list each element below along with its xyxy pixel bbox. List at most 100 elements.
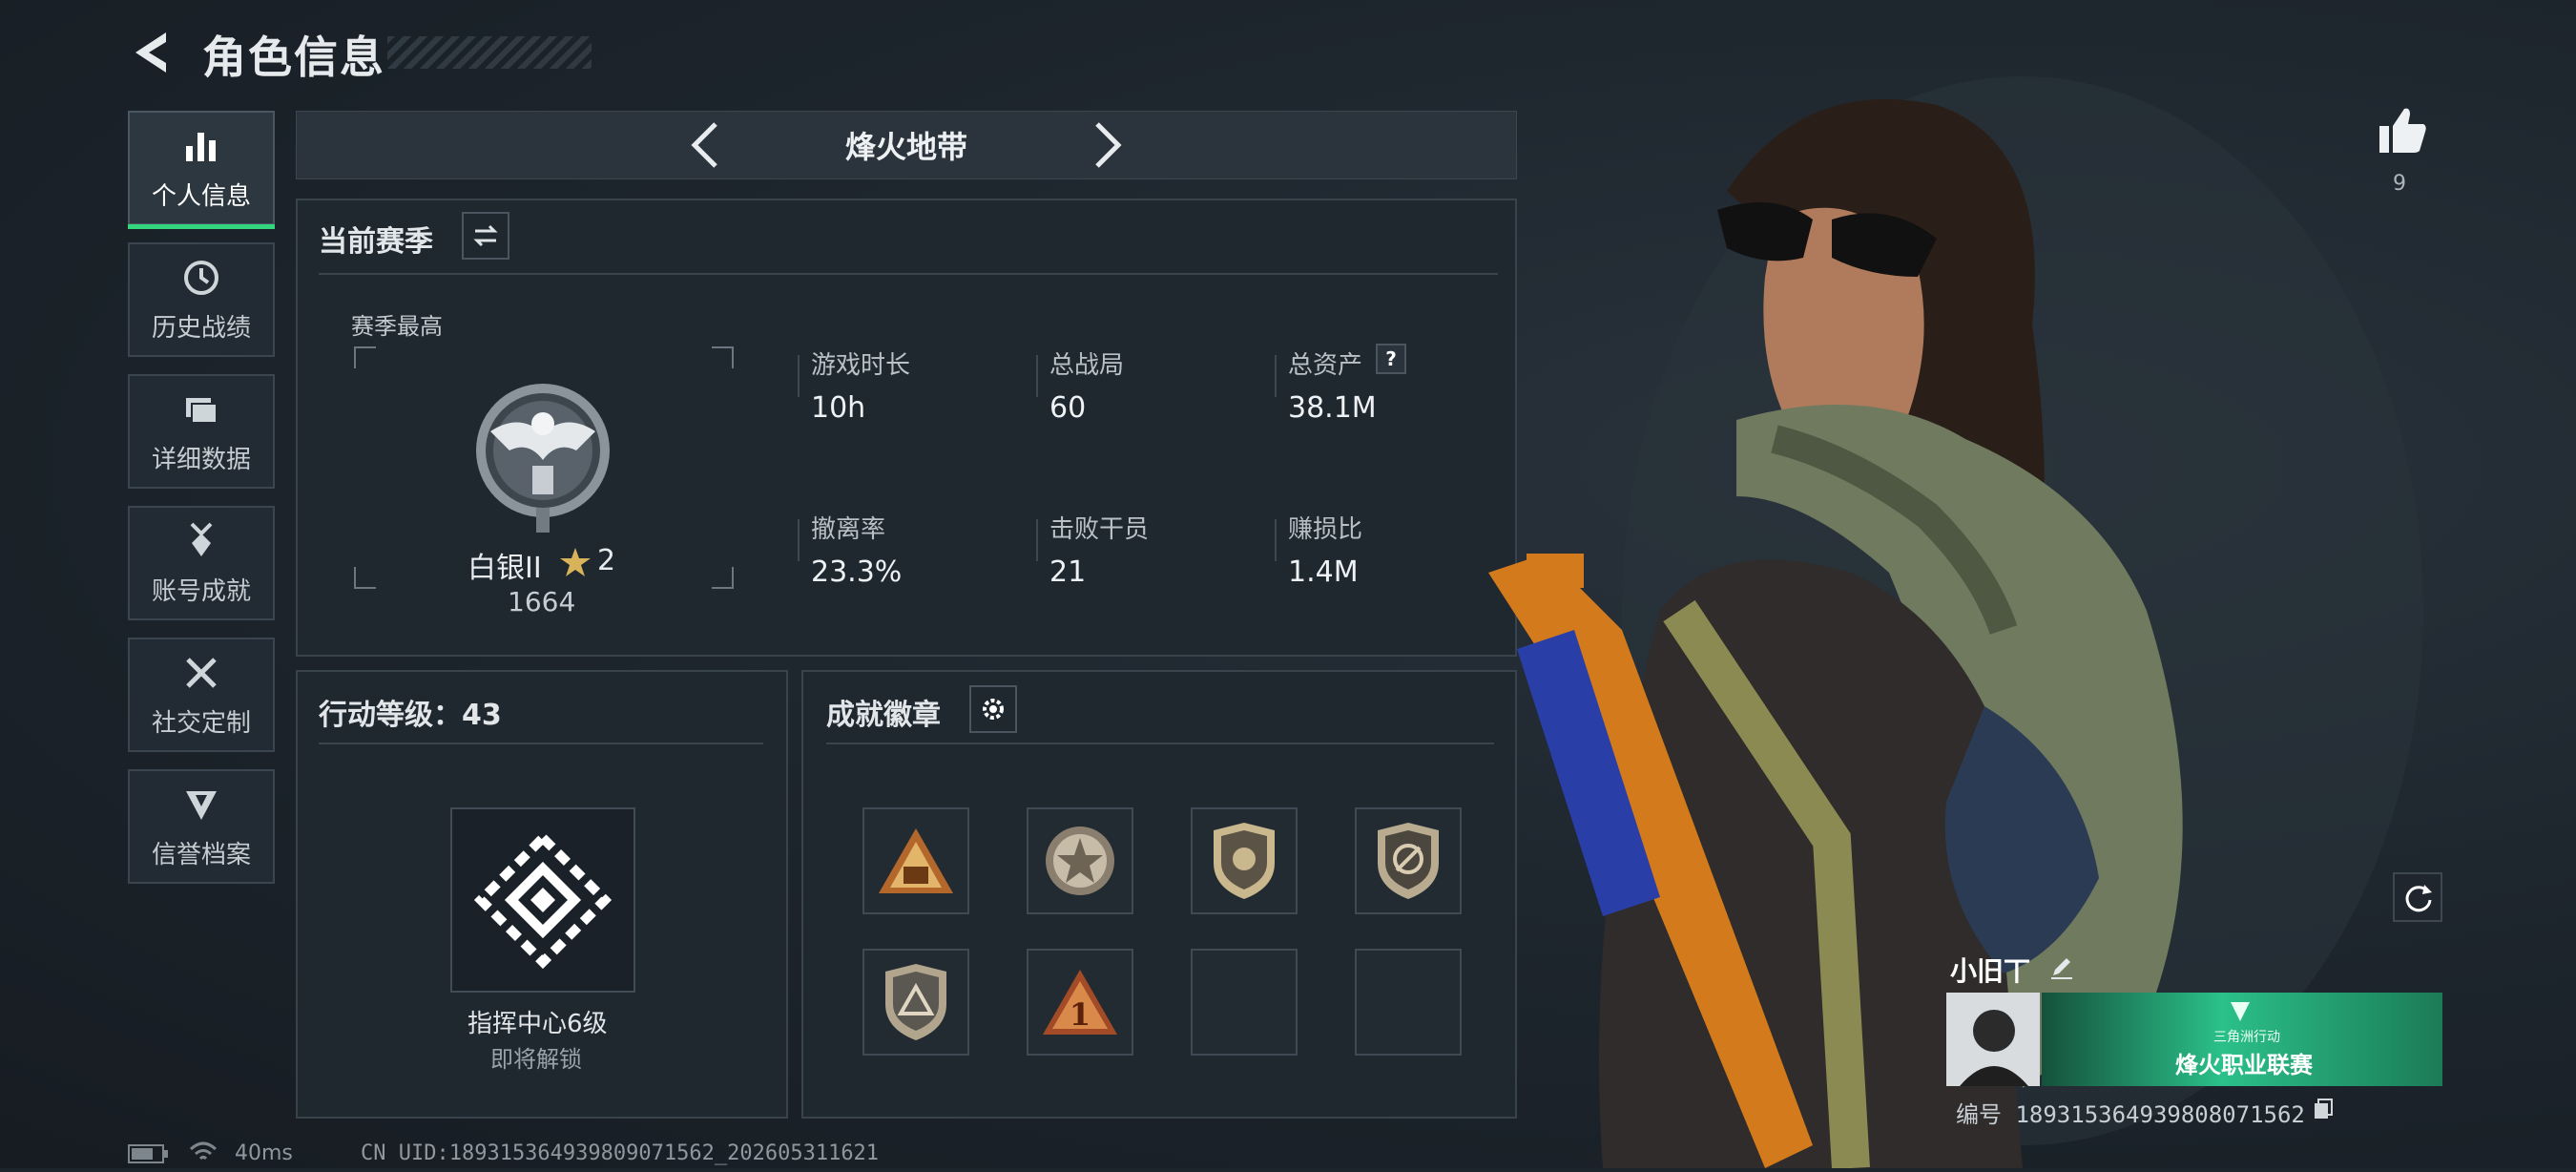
sidebar-item-detailed-data[interactable]: 详细数据	[128, 374, 275, 489]
divider	[826, 743, 1494, 744]
help-icon: ?	[1385, 347, 1397, 370]
stat-value-total-matches: 60	[1049, 391, 1087, 425]
title-decoration	[387, 36, 592, 69]
sidebar-item-reputation[interactable]: 信誉档案	[128, 769, 275, 884]
league-logo-icon	[2229, 1000, 2252, 1023]
swap-icon	[473, 224, 498, 247]
mode-next-button[interactable]	[1086, 118, 1130, 172]
mode-title: 烽火地带	[844, 129, 967, 165]
battery-icon	[128, 1144, 168, 1163]
stat-value-profit-ratio: 1.4M	[1288, 555, 1359, 589]
page-title: 角色信息	[202, 31, 385, 83]
squad-triangle-badge-icon	[879, 828, 953, 893]
clock-icon	[184, 260, 218, 295]
player-name: 小旧丅	[1950, 955, 2031, 987]
season-title: 当前赛季	[319, 225, 433, 259]
banner-title: 烽火职业联赛	[2175, 1052, 2313, 1078]
sidebar-item-label: 详细数据	[151, 445, 251, 474]
stat-separator	[798, 519, 800, 561]
avatar-image	[1946, 993, 2040, 1086]
ping-value: 40ms	[235, 1141, 293, 1165]
rank-emblem-icon	[476, 384, 610, 533]
stat-separator	[798, 355, 800, 397]
achievement-badge[interactable]	[862, 807, 969, 914]
sidebar-item-label: 个人信息	[151, 181, 251, 211]
chevron-left-icon	[691, 122, 717, 168]
stat-value-playtime: 10h	[811, 391, 866, 425]
shield-badge-icon	[1214, 823, 1275, 899]
pencil-icon	[2051, 958, 2072, 979]
folder-icon	[186, 397, 218, 424]
stat-separator	[1275, 519, 1277, 561]
copy-icon	[2315, 1099, 2333, 1119]
unlock-name: 指挥中心6级	[467, 1010, 608, 1038]
stat-value-total-assets: 38.1M	[1288, 391, 1377, 425]
uid-text: CN UID:189315364939809071562_20260531162…	[361, 1141, 880, 1165]
season-switch-button[interactable]	[462, 212, 509, 260]
first-place-badge-icon: 1	[1043, 970, 1117, 1035]
sidebar-item-history[interactable]: 历史战绩	[128, 242, 275, 357]
rotate-view-button[interactable]	[2393, 872, 2442, 922]
stat-label-profit-ratio: 赚损比	[1288, 515, 1363, 544]
sidebar-item-label: 社交定制	[151, 708, 251, 738]
divider	[319, 273, 1498, 275]
like-count: 9	[2393, 172, 2406, 196]
stat-label-total-matches: 总战局	[1049, 351, 1125, 380]
thumbs-up-icon	[2379, 108, 2426, 153]
rank-score: 1664	[508, 586, 576, 617]
gear-icon	[983, 699, 1004, 720]
star-round-badge-icon	[1046, 827, 1114, 895]
stat-value-extraction-rate: 23.3%	[811, 555, 903, 589]
back-arrow-icon	[135, 32, 166, 73]
achievement-badge-empty[interactable]	[1355, 949, 1462, 1056]
achievement-badge[interactable]	[862, 949, 969, 1056]
stat-value-operators-defeated: 21	[1049, 555, 1087, 589]
svg-text:1: 1	[1070, 996, 1091, 1033]
achievement-badge-empty[interactable]	[1191, 949, 1298, 1056]
like-button[interactable]	[2376, 103, 2429, 157]
achievement-badge[interactable]: 1	[1027, 949, 1133, 1056]
mountain-shield-badge-icon	[885, 964, 946, 1040]
command-center-icon	[473, 830, 613, 970]
avatar[interactable]	[1946, 993, 2040, 1086]
divider	[319, 743, 763, 744]
stat-label-operators-defeated: 击败干员	[1049, 515, 1150, 544]
name-card-banner: 三角洲行动 烽火职业联赛	[2042, 993, 2442, 1086]
sidebar-item-label: 账号成就	[151, 576, 251, 606]
sidebar-item-personal-info[interactable]: 个人信息	[128, 111, 275, 229]
tools-icon	[186, 657, 217, 688]
level-title: 行动等级：43	[319, 699, 502, 732]
achievement-badge[interactable]	[1027, 807, 1133, 914]
achievements-settings-button[interactable]	[969, 685, 1017, 733]
back-button[interactable]	[128, 29, 174, 76]
stat-label-playtime: 游戏时长	[811, 351, 911, 380]
edit-name-button[interactable]	[2047, 952, 2076, 981]
unlock-status: 即将解锁	[490, 1046, 582, 1073]
achievements-title: 成就徽章	[826, 699, 941, 732]
unlock-item-frame[interactable]	[450, 807, 635, 993]
medal-icon	[190, 522, 213, 556]
stat-label-total-assets: 总资产	[1288, 351, 1363, 380]
star-icon	[560, 548, 591, 576]
bar-chart-icon	[186, 132, 216, 161]
player-id: 编号 1893153649398080715​62	[1956, 1101, 2305, 1128]
chevron-right-icon	[1095, 122, 1122, 168]
achievement-badge[interactable]	[1355, 807, 1462, 914]
sidebar-item-label: 历史战绩	[151, 313, 251, 343]
no-weapon-badge-icon	[1378, 823, 1439, 899]
copy-id-button[interactable]	[2313, 1098, 2334, 1120]
banner-subtitle: 三角洲行动	[2213, 1030, 2280, 1045]
stat-separator	[1036, 519, 1038, 561]
season-best-label: 赛季最高	[351, 313, 443, 340]
wifi-icon	[189, 1141, 218, 1161]
sidebar-item-achievements[interactable]: 账号成就	[128, 506, 275, 620]
help-button[interactable]: ?	[1376, 344, 1406, 374]
sidebar-item-label: 信誉档案	[151, 840, 251, 869]
refresh-icon	[2405, 885, 2432, 912]
mode-prev-button[interactable]	[683, 118, 727, 172]
achievement-badge[interactable]	[1191, 807, 1298, 914]
stat-label-extraction-rate: 撤离率	[811, 515, 886, 544]
sidebar-item-social-custom[interactable]: 社交定制	[128, 638, 275, 752]
rank-stars: 2	[597, 544, 616, 577]
stat-separator	[1275, 355, 1277, 397]
